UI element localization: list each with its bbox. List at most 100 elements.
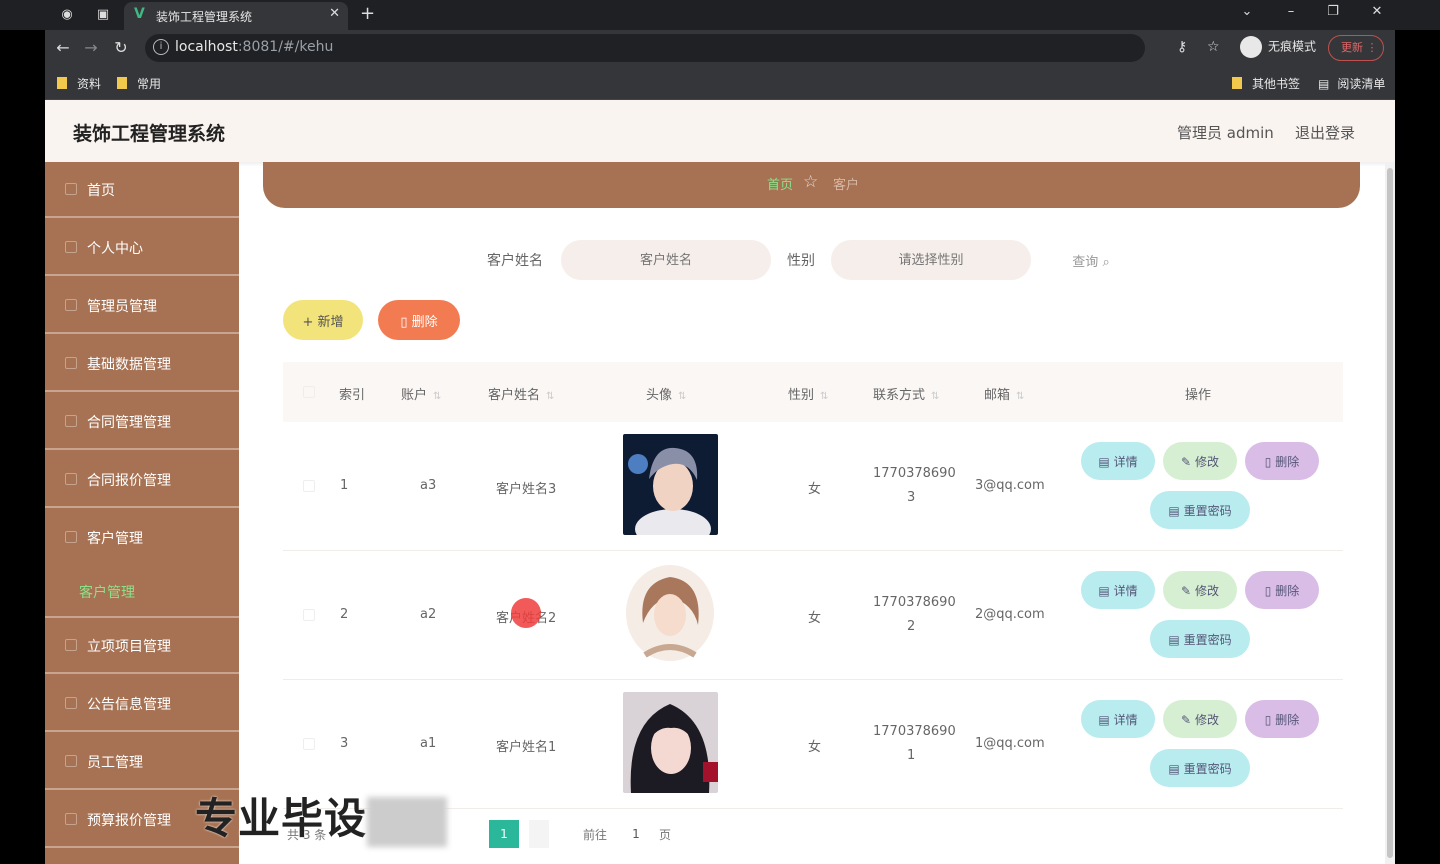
cell-account: a3: [420, 478, 437, 493]
cell-gender: 女: [808, 740, 822, 755]
sort-icon: ⇅: [931, 391, 940, 402]
forward-icon[interactable]: →: [81, 38, 101, 57]
detail-button[interactable]: ▤ 详情: [1081, 571, 1155, 609]
back-icon[interactable]: ←: [53, 38, 73, 57]
col-account[interactable]: 账户 ⇅: [401, 384, 441, 403]
update-button[interactable]: 更新 ⋮: [1328, 35, 1384, 61]
sidebar-item-home[interactable]: 首页: [45, 162, 239, 218]
delete-button[interactable]: ▯ 删除: [1245, 442, 1319, 480]
sidebar-item-basic-data[interactable]: 基础数据管理: [45, 336, 239, 392]
cell-email: 2@qq.com: [975, 607, 1045, 622]
sidebar-item-profile[interactable]: 个人中心: [45, 220, 239, 276]
sort-icon: ⇅: [546, 391, 555, 402]
row-checkbox[interactable]: [303, 609, 315, 621]
minimize-icon[interactable]: –: [1281, 4, 1301, 19]
window-close-icon[interactable]: ✕: [1367, 4, 1387, 19]
star-icon: ☆: [803, 172, 819, 192]
reset-password-button[interactable]: ▤ 重置密码: [1150, 620, 1250, 658]
pencil-icon: ✎: [1181, 712, 1192, 727]
app-title: 装饰工程管理系统: [73, 123, 226, 145]
incognito-indicator[interactable]: 无痕模式: [1240, 36, 1316, 60]
reset-password-button[interactable]: ▤ 重置密码: [1150, 749, 1250, 787]
page-jump-input[interactable]: 1: [621, 820, 651, 848]
restore-icon[interactable]: ❐: [1323, 4, 1343, 19]
browser-tab-active[interactable]: V 装饰工程管理系统 ✕: [124, 2, 348, 30]
edit-button[interactable]: ✎ 修改: [1163, 700, 1237, 738]
col-actions: 操作: [1185, 388, 1212, 403]
edit-button[interactable]: ✎ 修改: [1163, 571, 1237, 609]
browser-toolbar: ← → ↻ i localhost:8081/#/kehu ⚷ ☆ 无痕模式 更…: [45, 30, 1395, 66]
vue-logo-icon: V: [134, 6, 145, 22]
folder-icon: [57, 77, 67, 89]
add-button[interactable]: + 新增: [283, 300, 363, 340]
bookmarks-bar: 资料 常用 其他书签 ▤ 阅读清单: [45, 66, 1395, 100]
sidebar-item-project[interactable]: 立项项目管理: [45, 618, 239, 674]
reset-password-button[interactable]: ▤ 重置密码: [1150, 491, 1250, 529]
reading-list[interactable]: ▤ 阅读清单: [1318, 75, 1385, 92]
other-bookmarks[interactable]: 其他书签: [1232, 75, 1300, 92]
next-page-button[interactable]: [529, 820, 549, 848]
sidebar-subitem-customer[interactable]: 客户管理: [45, 564, 239, 618]
select-all-checkbox[interactable]: [303, 386, 315, 398]
row-checkbox[interactable]: [303, 738, 315, 750]
menu-icon: [65, 473, 77, 485]
cursor-indicator: [511, 598, 541, 628]
menu-icon: [65, 299, 77, 311]
detail-button[interactable]: ▤ 详情: [1081, 700, 1155, 738]
browser-profile-icon[interactable]: ◉: [58, 6, 76, 24]
reload-icon[interactable]: ↻: [111, 38, 131, 57]
search-icon: ⌕: [1102, 254, 1110, 270]
sidebar-item-notice[interactable]: 公告信息管理: [45, 676, 239, 732]
breadcrumb-home[interactable]: 首页: [767, 174, 793, 193]
scrollbar-thumb[interactable]: [1387, 168, 1393, 858]
key-icon[interactable]: ⚷: [1177, 39, 1187, 55]
tab-search-icon[interactable]: ▣: [94, 6, 112, 24]
sort-icon: ⇅: [1016, 391, 1025, 402]
cell-gender: 女: [808, 611, 822, 626]
col-name[interactable]: 客户姓名 ⇅: [488, 384, 554, 403]
col-email[interactable]: 邮箱 ⇅: [984, 384, 1024, 403]
cell-account: a1: [420, 736, 437, 751]
pencil-icon: ✎: [1181, 583, 1192, 598]
query-button[interactable]: 查询 ⌕: [1061, 244, 1121, 276]
delete-button[interactable]: ▯ 删除: [1245, 571, 1319, 609]
sidebar-item-staff[interactable]: 员工管理: [45, 734, 239, 790]
cell-phone: 1770378690: [873, 595, 956, 610]
name-search-input[interactable]: [561, 240, 771, 280]
tab-close-icon[interactable]: ✕: [329, 6, 340, 21]
logout-link[interactable]: 退出登录: [1295, 122, 1355, 143]
sidebar-item-contract-quote[interactable]: 合同报价管理: [45, 452, 239, 508]
app-window: 装饰工程管理系统 管理员 admin 退出登录 首页 个人中心 管理员管理 基础…: [45, 100, 1395, 864]
doc-icon: ▤: [1168, 503, 1180, 518]
bookmark-star-icon[interactable]: ☆: [1207, 39, 1220, 55]
col-gender[interactable]: 性别 ⇅: [788, 384, 828, 403]
page-button-active[interactable]: 1: [489, 820, 519, 848]
cell-name: 客户姓名3: [496, 482, 557, 497]
page-scrollbar[interactable]: [1385, 162, 1395, 864]
address-bar[interactable]: i localhost:8081/#/kehu: [145, 34, 1145, 62]
tab-list-chevron-icon[interactable]: ⌄: [1237, 4, 1257, 19]
sidebar-item-admin[interactable]: 管理员管理: [45, 278, 239, 334]
cell-name: 客户姓名1: [496, 740, 557, 755]
avatar-image: [623, 692, 718, 793]
batch-delete-button[interactable]: ▯ 删除: [378, 300, 460, 340]
folder-icon: [117, 77, 127, 89]
row-checkbox[interactable]: [303, 480, 315, 492]
cell-phone-cont: 1: [907, 748, 916, 763]
detail-button[interactable]: ▤ 详情: [1081, 442, 1155, 480]
bookmark-folder-2[interactable]: 常用: [117, 75, 161, 92]
edit-button[interactable]: ✎ 修改: [1163, 442, 1237, 480]
doc-icon: ▤: [1098, 583, 1110, 598]
menu-icon: [65, 755, 77, 767]
new-tab-icon[interactable]: +: [360, 3, 375, 24]
trash-icon: ▯: [1264, 454, 1272, 469]
col-avatar[interactable]: 头像 ⇅: [646, 384, 686, 403]
col-phone[interactable]: 联系方式 ⇅: [873, 384, 939, 403]
sidebar-item-contract[interactable]: 合同管理管理: [45, 394, 239, 450]
gender-search-label: 性别: [787, 253, 815, 269]
bookmark-folder-1[interactable]: 资料: [57, 75, 101, 92]
site-info-icon[interactable]: i: [153, 39, 169, 55]
gender-select[interactable]: [831, 240, 1031, 280]
sidebar-item-customer[interactable]: 客户管理: [45, 510, 239, 566]
delete-button[interactable]: ▯ 删除: [1245, 700, 1319, 738]
